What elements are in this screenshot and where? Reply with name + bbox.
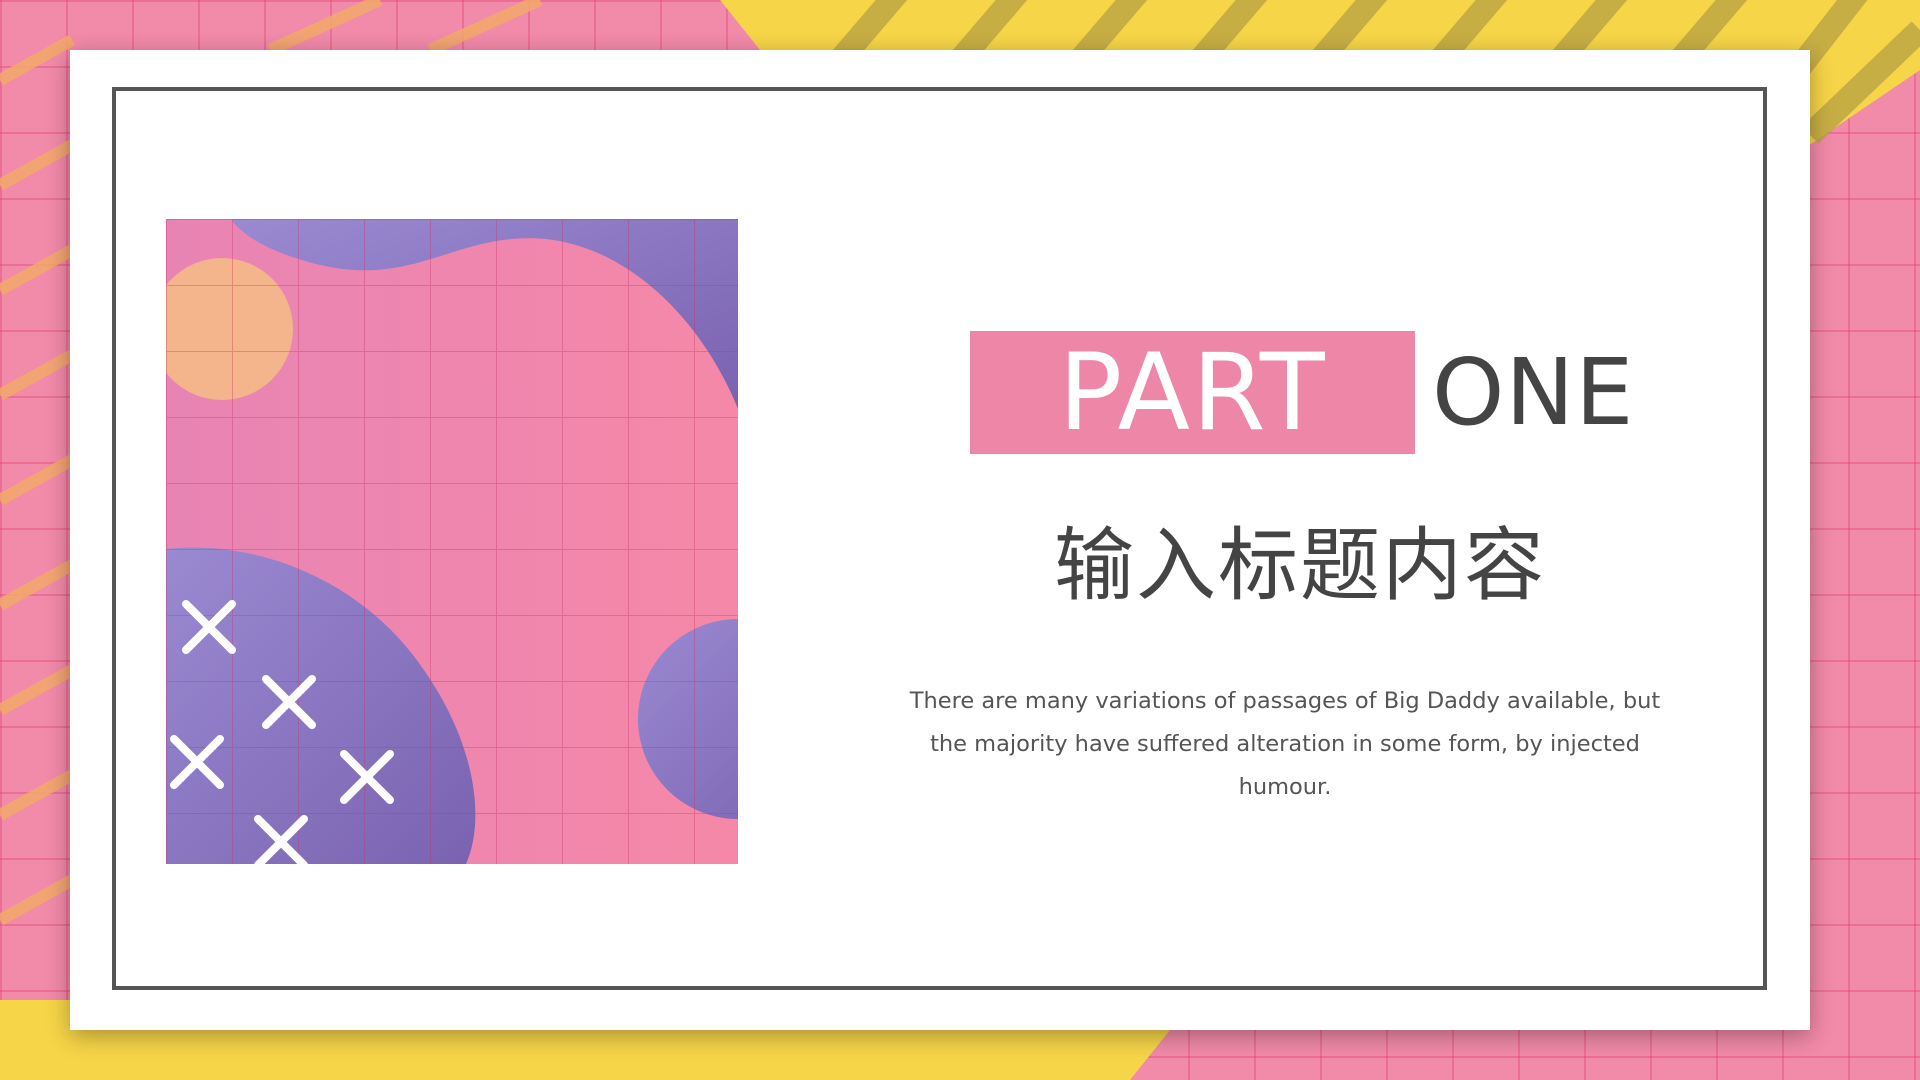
part-heading-highlight: PART xyxy=(1058,330,1327,454)
abstract-illustration xyxy=(166,219,738,864)
slide-body-text: There are many variations of passages of… xyxy=(909,688,1661,800)
illustration-grid xyxy=(166,219,738,864)
slide-title: 输入标题内容 xyxy=(1054,519,1546,612)
part-heading-box: PART xyxy=(970,331,1415,454)
part-heading-rest: ONE xyxy=(1432,339,1635,446)
